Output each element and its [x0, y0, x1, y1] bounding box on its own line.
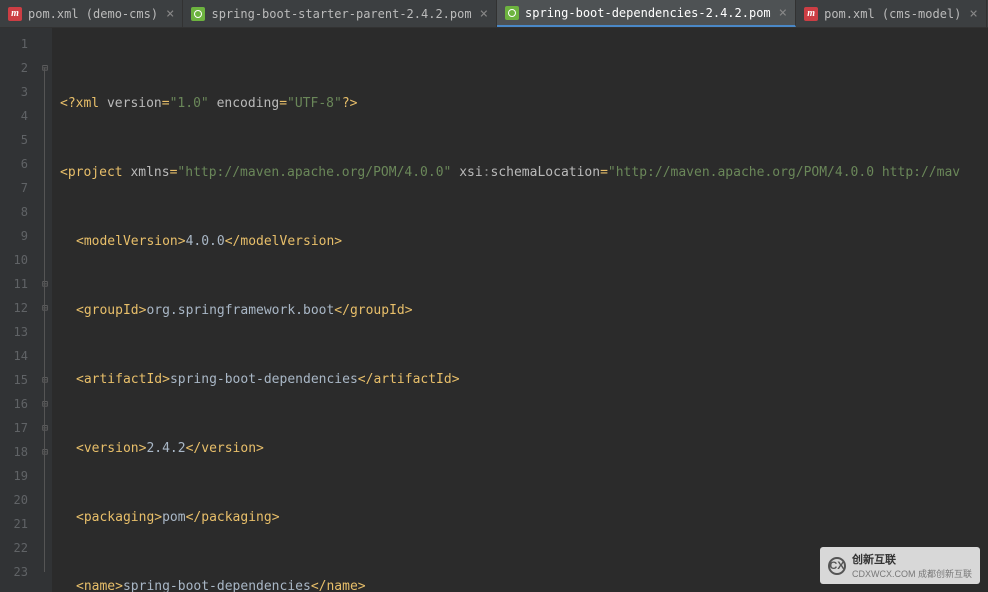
- tab-spring-boot-dependencies[interactable]: spring-boot-dependencies-2.4.2.pom ×: [497, 0, 796, 27]
- tab-label: spring-boot-dependencies-2.4.2.pom: [525, 6, 771, 20]
- watermark-logo-icon: CX: [828, 557, 846, 575]
- code-editor[interactable]: 1234567891011121314151617181920212223 ⊟ …: [0, 28, 988, 592]
- editor-tabs-bar: m pom.xml (demo-cms) × spring-boot-start…: [0, 0, 988, 28]
- code-line: <version>2.4.2</version>: [60, 437, 988, 461]
- close-icon[interactable]: ×: [166, 6, 174, 22]
- code-line: <artifactId>spring-boot-dependencies</ar…: [60, 368, 988, 392]
- close-icon[interactable]: ×: [779, 5, 787, 21]
- watermark-domain: CDXWCX.COM 成都创新互联: [852, 567, 972, 580]
- close-icon[interactable]: ×: [480, 6, 488, 22]
- tab-pom-cms-model[interactable]: m pom.xml (cms-model) ×: [796, 0, 987, 27]
- close-icon[interactable]: ×: [969, 6, 977, 22]
- tab-label: pom.xml (demo-cms): [28, 7, 158, 21]
- tab-label: spring-boot-starter-parent-2.4.2.pom: [211, 7, 471, 21]
- code-line: <packaging>pom</packaging>: [60, 506, 988, 530]
- tab-label: pom.xml (cms-model): [824, 7, 961, 21]
- code-line: <?xml version="1.0" encoding="UTF-8"?>: [60, 92, 988, 116]
- tab-pom-demo-cms[interactable]: m pom.xml (demo-cms) ×: [0, 0, 183, 27]
- code-line: <modelVersion>4.0.0</modelVersion>: [60, 230, 988, 254]
- watermark-company: 创新互联: [852, 551, 972, 567]
- line-number-gutter: 1234567891011121314151617181920212223: [0, 28, 38, 592]
- code-line: <groupId>org.springframework.boot</group…: [60, 299, 988, 323]
- watermark-badge: CX 创新互联 CDXWCX.COM 成都创新互联: [820, 547, 980, 584]
- code-line: <project xmlns="http://maven.apache.org/…: [60, 161, 988, 185]
- tab-spring-boot-starter-parent[interactable]: spring-boot-starter-parent-2.4.2.pom ×: [183, 0, 497, 27]
- maven-icon: m: [804, 7, 818, 21]
- fold-gutter: ⊟ ⊟ ⊟ ⊟ ⊟ ⊟ ⊟: [38, 28, 52, 592]
- spring-boot-icon: [191, 7, 205, 21]
- spring-boot-icon: [505, 6, 519, 20]
- maven-icon: m: [8, 7, 22, 21]
- code-content[interactable]: <?xml version="1.0" encoding="UTF-8"?> <…: [52, 28, 988, 592]
